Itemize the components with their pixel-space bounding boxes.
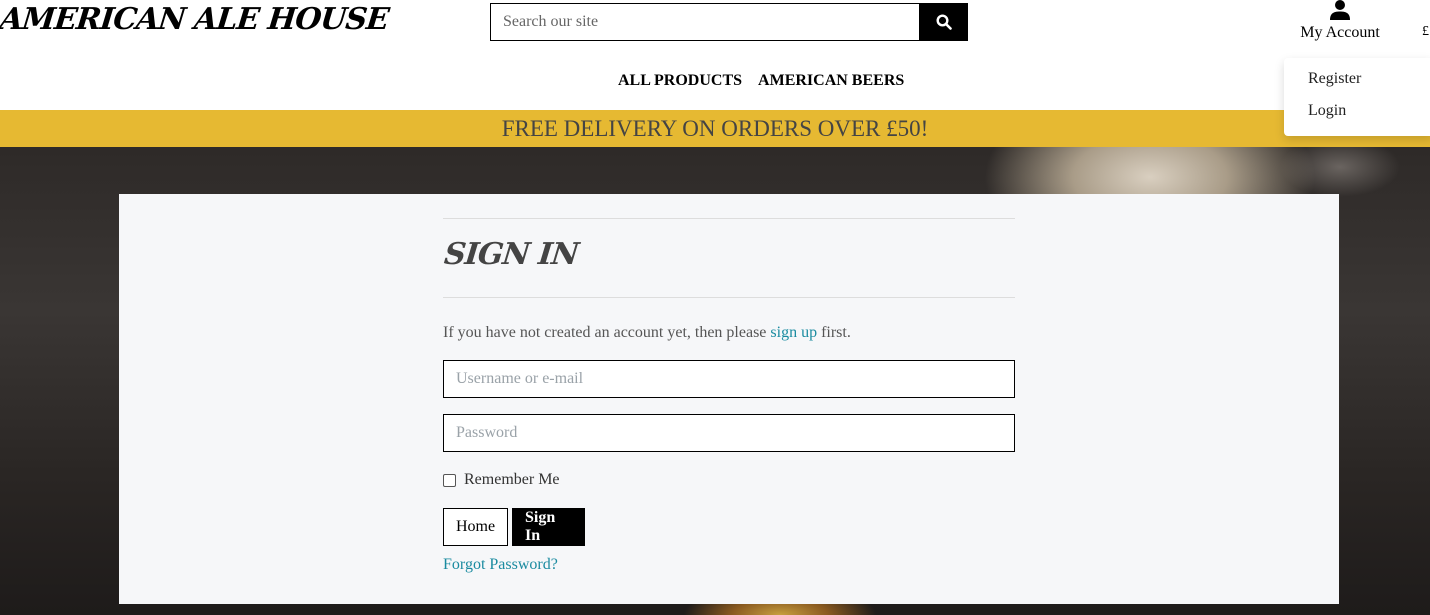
signin-panel: SIGN IN If you have not created an accou… — [119, 194, 1339, 604]
sign-in-button[interactable]: Sign In — [512, 508, 585, 546]
user-icon — [1330, 0, 1350, 20]
remember-me-label[interactable]: Remember Me — [464, 471, 560, 489]
site-header: AMERICAN ALE HOUSE My Account £ ALL PROD… — [0, 0, 1430, 110]
forgot-password-link[interactable]: Forgot Password? — [443, 556, 1015, 574]
divider — [443, 297, 1015, 298]
search-icon — [935, 14, 952, 30]
search-button[interactable] — [919, 3, 968, 41]
signup-prompt-text: If you have not created an account yet, … — [443, 324, 771, 341]
signup-link[interactable]: sign up — [770, 324, 817, 341]
home-button[interactable]: Home — [443, 508, 508, 546]
signup-prompt: If you have not created an account yet, … — [443, 324, 1015, 342]
nav-all-products[interactable]: ALL PRODUCTS — [618, 72, 742, 90]
nav-american-beers[interactable]: AMERICAN BEERS — [758, 72, 904, 90]
signin-form: SIGN IN If you have not created an accou… — [442, 218, 1015, 574]
remember-me-checkbox[interactable] — [443, 473, 456, 487]
site-logo[interactable]: AMERICAN ALE HOUSE — [0, 2, 390, 37]
password-field[interactable] — [443, 414, 1015, 452]
shopping-bag-total[interactable]: £ — [1422, 24, 1429, 40]
username-field[interactable] — [443, 360, 1015, 398]
search-form — [490, 3, 968, 41]
divider — [443, 218, 1015, 219]
my-account-button[interactable]: My Account — [1296, 0, 1384, 42]
dropdown-item-register[interactable]: Register — [1308, 70, 1361, 88]
dropdown-item-login[interactable]: Login — [1308, 102, 1346, 120]
signup-prompt-tail: first. — [817, 324, 851, 341]
search-input[interactable] — [490, 3, 919, 41]
page-title: SIGN IN — [442, 237, 580, 272]
main-nav: ALL PRODUCTS AMERICAN BEERS — [618, 72, 904, 90]
form-actions: Home Sign In — [443, 508, 1015, 546]
account-dropdown: Register Login — [1284, 58, 1430, 136]
my-account-label: My Account — [1300, 24, 1380, 41]
remember-me: Remember Me — [443, 471, 1015, 489]
delivery-banner: FREE DELIVERY ON ORDERS OVER £50! — [0, 110, 1430, 147]
